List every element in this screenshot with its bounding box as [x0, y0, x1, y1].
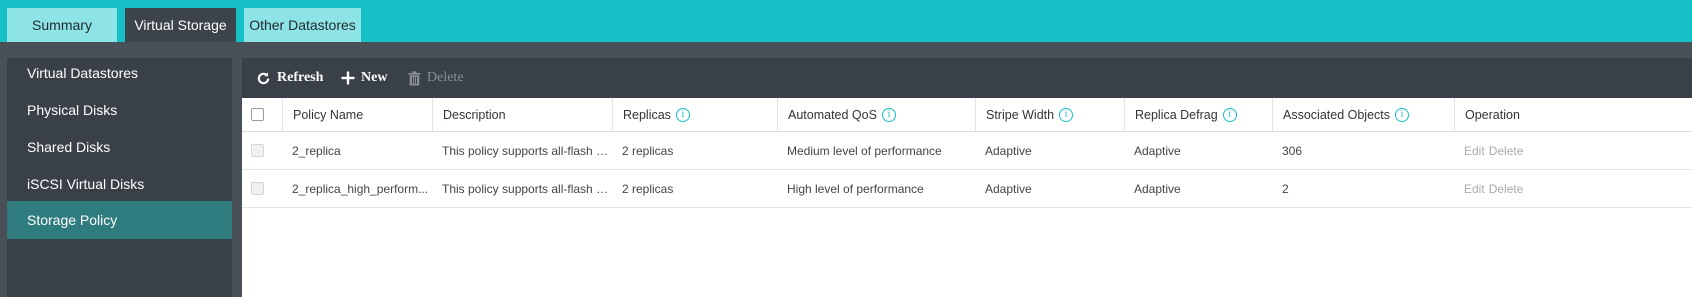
sidebar-item-shared-disks[interactable]: Shared Disks [7, 127, 232, 167]
sidebar-item-virtual-datastores[interactable]: Virtual Datastores [7, 53, 232, 93]
associated-objects: 2 [1282, 181, 1289, 196]
column-header-label: Replicas [623, 107, 671, 122]
sidebar-item-physical-disks[interactable]: Physical Disks [7, 90, 232, 130]
replicas: 2 replicas [622, 181, 674, 196]
column-header-label: Description [443, 107, 506, 122]
replica-defrag: Adaptive [1134, 181, 1181, 196]
associated-objects-cell: 306 [1272, 132, 1454, 169]
delete-button[interactable]: Delete [408, 58, 464, 98]
column-header-label: Associated Objects [1283, 107, 1390, 122]
delete-link[interactable]: Delete [1489, 144, 1524, 158]
stripe-width-cell: Adaptive [975, 170, 1124, 207]
stripe-width-cell: Adaptive [975, 132, 1124, 169]
policy-name: 2_replica_high_perform... [292, 181, 429, 196]
column-header-label: Automated QoS [788, 107, 877, 122]
column-header-automated-qos[interactable]: Automated QoS i [777, 98, 975, 131]
column-header-stripe-width[interactable]: Stripe Width i [975, 98, 1124, 131]
table-row[interactable]: 2_replica_high_perform... This policy su… [242, 170, 1692, 208]
tab-virtual-storage[interactable]: Virtual Storage [125, 8, 236, 42]
stripe-width: Adaptive [985, 181, 1032, 196]
associated-objects: 306 [1282, 143, 1303, 158]
select-all-cell [242, 98, 282, 131]
sidebar-item-storage-policy[interactable]: Storage Policy [7, 201, 232, 239]
tab-other-datastores[interactable]: Other Datastores [244, 8, 361, 42]
toolbar: Refresh New Delete [242, 58, 1692, 98]
new-label: New [361, 70, 388, 85]
info-icon[interactable]: i [1395, 107, 1409, 122]
row-checkbox[interactable] [251, 182, 264, 195]
sidebar-item-label: Physical Disks [27, 102, 118, 118]
column-header-associated-objects[interactable]: Associated Objects i [1272, 98, 1454, 131]
description-cell: This policy supports all-flash d... [432, 170, 612, 207]
sidebar-item-iscsi-virtual-disks[interactable]: iSCSI Virtual Disks [7, 164, 232, 204]
sidebar-item-label: Shared Disks [27, 139, 111, 155]
plus-icon [341, 71, 355, 85]
edit-link[interactable]: Edit [1464, 144, 1485, 158]
table-row[interactable]: 2_replica This policy supports all-flash… [242, 132, 1692, 170]
column-header-label: Stripe Width [986, 107, 1055, 122]
automated-qos: Medium level of performance [787, 143, 942, 158]
select-all-checkbox[interactable] [251, 108, 264, 121]
row-checkbox[interactable] [251, 144, 264, 157]
column-header-policy-name[interactable]: Policy Name [282, 98, 432, 131]
qos-cell: Medium level of performance [777, 132, 975, 169]
policy-name-cell: 2_replica [282, 132, 432, 169]
column-header-label: Replica Defrag [1135, 107, 1218, 122]
qos-cell: High level of performance [777, 170, 975, 207]
info-icon[interactable]: i [881, 107, 896, 122]
replica-defrag-cell: Adaptive [1124, 132, 1272, 169]
sidebar-item-label: iSCSI Virtual Disks [27, 176, 145, 192]
sidebar: Virtual Datastores Physical Disks Shared… [7, 58, 232, 297]
info-icon[interactable]: i [675, 107, 690, 122]
replicas: 2 replicas [622, 143, 674, 158]
info-icon[interactable]: i [1222, 107, 1237, 122]
column-header-replicas[interactable]: Replicas i [612, 98, 777, 131]
column-header-label: Operation [1465, 107, 1520, 122]
row-select-cell [242, 132, 282, 169]
edit-link[interactable]: Edit [1464, 182, 1485, 196]
operation-cell: Edit Delete [1454, 132, 1692, 169]
description: This policy supports all-flash d... [442, 181, 612, 196]
trash-icon [408, 70, 421, 86]
description-cell: This policy supports all-flash d... [432, 132, 612, 169]
refresh-icon [256, 71, 271, 86]
delete-label: Delete [427, 70, 464, 85]
column-header-description[interactable]: Description [432, 98, 612, 131]
row-select-cell [242, 170, 282, 207]
automated-qos: High level of performance [787, 181, 924, 196]
table-header: Policy Name Description Replicas i Autom… [242, 98, 1692, 132]
top-tab-bar: Summary Virtual Storage Other Datastores [0, 0, 1692, 42]
operation-cell: Edit Delete [1454, 170, 1692, 207]
stripe-width: Adaptive [985, 143, 1032, 158]
policy-name-cell: 2_replica_high_perform... [282, 170, 432, 207]
delete-link[interactable]: Delete [1489, 182, 1524, 196]
description: This policy supports all-flash d... [442, 143, 612, 158]
info-icon[interactable]: i [1059, 107, 1074, 122]
sidebar-item-label: Virtual Datastores [27, 65, 139, 81]
policy-name: 2_replica [292, 143, 341, 158]
new-button[interactable]: New [341, 58, 387, 98]
replica-defrag-cell: Adaptive [1124, 170, 1272, 207]
main-panel: Refresh New Delete Policy Name Descripti… [242, 58, 1692, 297]
replicas-cell: 2 replicas [612, 170, 777, 207]
refresh-label: Refresh [277, 70, 324, 85]
replica-defrag: Adaptive [1134, 143, 1181, 158]
sidebar-item-label: Storage Policy [27, 212, 118, 228]
replicas-cell: 2 replicas [612, 132, 777, 169]
associated-objects-cell: 2 [1272, 170, 1454, 207]
tab-summary[interactable]: Summary [7, 8, 117, 42]
column-header-label: Policy Name [293, 107, 364, 122]
column-header-replica-defrag[interactable]: Replica Defrag i [1124, 98, 1272, 131]
refresh-button[interactable]: Refresh [256, 58, 323, 98]
column-header-operation: Operation [1454, 98, 1692, 131]
